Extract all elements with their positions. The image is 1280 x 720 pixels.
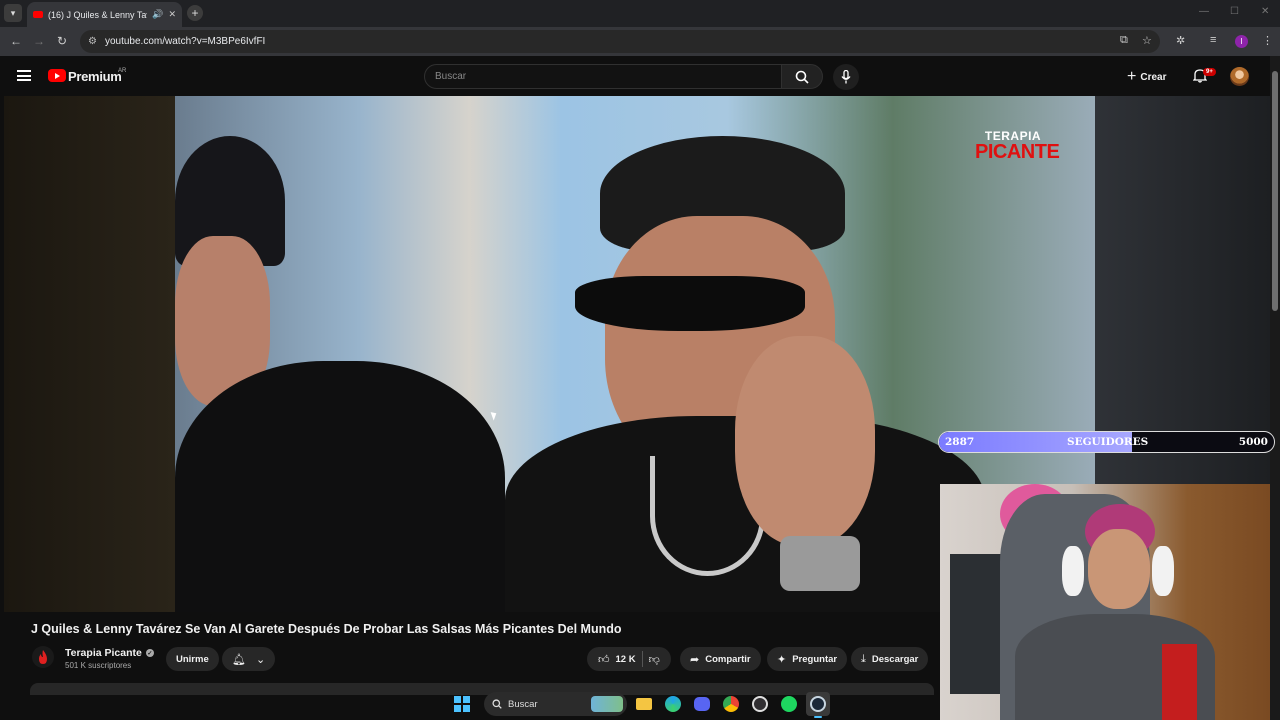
cast-icon[interactable]: ⧉ <box>1120 34 1128 47</box>
channel-name-text: Terapia Picante <box>65 647 142 659</box>
spotify-icon[interactable] <box>777 692 801 716</box>
close-tab-icon[interactable]: ✕ <box>168 9 176 20</box>
download-button[interactable]: ⤓ Descargar <box>851 647 929 671</box>
follower-goal-label: SEGUIDORES <box>1067 436 1149 448</box>
menu-icon[interactable] <box>17 70 31 81</box>
account-avatar[interactable] <box>1230 67 1249 86</box>
microphone-icon <box>841 70 851 84</box>
browser-tab-active[interactable]: (16) J Quiles & Lenny Taváre 🔊 ✕ <box>27 2 182 27</box>
join-button[interactable]: Unirme <box>166 647 219 671</box>
address-bar[interactable]: ⚙ youtube.com/watch?v=M3BPe6IvfFI <box>80 30 1160 53</box>
follower-goal-current: 2887 <box>945 436 975 448</box>
video-title: J Quiles & Lenny Tavárez Se Van Al Garet… <box>31 622 622 636</box>
download-icon: ⤓ <box>861 652 866 665</box>
follower-goal-bar: 2887 SEGUIDORES 5000 <box>938 431 1275 453</box>
sparkle-icon: ✦ <box>777 653 787 666</box>
person-left-shirt <box>175 361 505 612</box>
ambient-glow-left <box>4 96 175 612</box>
download-label: Descargar <box>871 653 919 665</box>
search-highlight-icon <box>591 696 623 712</box>
ask-button[interactable]: ✦ Preguntar <box>767 647 848 671</box>
reading-list-icon[interactable]: ≡ <box>1210 34 1216 46</box>
chrome-menu-icon[interactable]: ⋮ <box>1262 34 1273 47</box>
audio-playing-icon[interactable]: 🔊 <box>152 9 163 20</box>
youtube-brand[interactable]: Premium <box>68 69 122 84</box>
share-icon: ➦ <box>690 653 700 666</box>
back-icon[interactable]: ← <box>10 34 22 48</box>
watermark-line2: PICANTE <box>975 141 1060 163</box>
chrome-icon[interactable] <box>719 692 743 716</box>
follower-goal-target: 5000 <box>1238 436 1268 448</box>
like-icon[interactable]: 👍︎ <box>598 653 610 666</box>
file-explorer-icon[interactable] <box>632 692 656 716</box>
page-scrollbar[interactable] <box>1270 56 1280 720</box>
like-divider <box>641 651 643 667</box>
microphone-arm <box>1162 644 1197 720</box>
browser-tab-strip: ▾ (16) J Quiles & Lenny Taváre 🔊 ✕ + — ☐… <box>0 0 1280 27</box>
taskbar-search-icon <box>492 699 502 709</box>
ask-label: Preguntar <box>792 653 838 665</box>
search-input[interactable]: Buscar <box>424 64 782 89</box>
forward-icon[interactable]: → <box>33 34 45 48</box>
hand <box>735 336 875 546</box>
minimize-window-icon[interactable]: — <box>1199 6 1209 17</box>
url-text: youtube.com/watch?v=M3BPe6IvfFI <box>104 36 266 47</box>
youtube-logo-icon[interactable] <box>48 69 66 82</box>
bell-outline-icon: 🔔︎ <box>232 653 246 666</box>
headphone-right <box>1152 546 1174 596</box>
tab-search-dropdown-icon[interactable]: ▾ <box>4 4 22 22</box>
verified-icon: ✓ <box>145 649 154 657</box>
dislike-icon[interactable]: 👎︎ <box>649 653 660 666</box>
voice-search-button[interactable] <box>833 64 859 90</box>
close-window-icon[interactable]: ✕ <box>1261 6 1269 17</box>
youtube-favicon-icon <box>33 11 43 18</box>
bookmark-star-icon[interactable]: ☆ <box>1142 34 1152 47</box>
taskbar-search[interactable]: Buscar <box>484 692 627 716</box>
chevron-down-icon: ⌄ <box>255 653 266 666</box>
search-button[interactable] <box>781 64 823 89</box>
extensions-icon[interactable]: ✲ <box>1176 34 1185 47</box>
join-label: Unirme <box>176 653 209 665</box>
new-tab-button[interactable]: + <box>187 5 203 21</box>
obs-icon[interactable] <box>748 692 772 716</box>
steam-icon[interactable] <box>806 692 830 718</box>
like-dislike-group: 👍︎ 12 K 👎︎ <box>587 647 671 671</box>
country-code: AR <box>118 68 127 74</box>
create-button[interactable]: + Crear <box>1127 68 1166 86</box>
share-button[interactable]: ➦ Compartir <box>680 647 761 671</box>
subscription-bell-button[interactable]: 🔔︎ ⌄ <box>222 647 276 671</box>
scrollbar-thumb[interactable] <box>1272 71 1278 311</box>
sunglasses <box>575 276 805 331</box>
channel-watermark: TERAPIA PICANTE <box>975 130 1060 163</box>
edge-icon[interactable] <box>661 692 685 716</box>
site-info-icon[interactable]: ⚙ <box>88 36 97 47</box>
maximize-window-icon[interactable]: ☐ <box>1230 6 1239 17</box>
share-label: Compartir <box>705 653 751 665</box>
browser-toolbar: ← → ↻ ⚙ youtube.com/watch?v=M3BPe6IvfFI … <box>0 27 1280 56</box>
profile-avatar[interactable]: I <box>1235 35 1248 48</box>
windows-taskbar: Buscar <box>440 688 840 720</box>
streamer-face <box>1088 529 1150 609</box>
channel-avatar[interactable] <box>32 646 54 668</box>
taskbar-search-label: Buscar <box>508 698 538 710</box>
create-label: Crear <box>1140 71 1167 83</box>
channel-name[interactable]: Terapia Picante ✓ <box>65 647 154 659</box>
wristwatch <box>780 536 860 591</box>
youtube-header: Premium AR Buscar + Crear 9+ <box>0 56 1270 96</box>
flame-icon <box>39 649 47 664</box>
streamer-webcam <box>940 484 1270 720</box>
ambient-glow-right <box>1095 96 1270 484</box>
reload-icon[interactable]: ↻ <box>57 34 67 48</box>
like-count[interactable]: 12 K <box>616 654 636 665</box>
windows-start-icon[interactable] <box>454 696 470 712</box>
subscriber-count: 501 K suscriptores <box>65 661 132 670</box>
tab-title: (16) J Quiles & Lenny Taváre <box>48 9 147 20</box>
notification-badge: 9+ <box>1203 68 1216 76</box>
discord-icon[interactable] <box>690 692 714 716</box>
search-icon <box>795 70 809 84</box>
headphone-left <box>1062 546 1084 596</box>
plus-icon: + <box>1127 68 1137 85</box>
